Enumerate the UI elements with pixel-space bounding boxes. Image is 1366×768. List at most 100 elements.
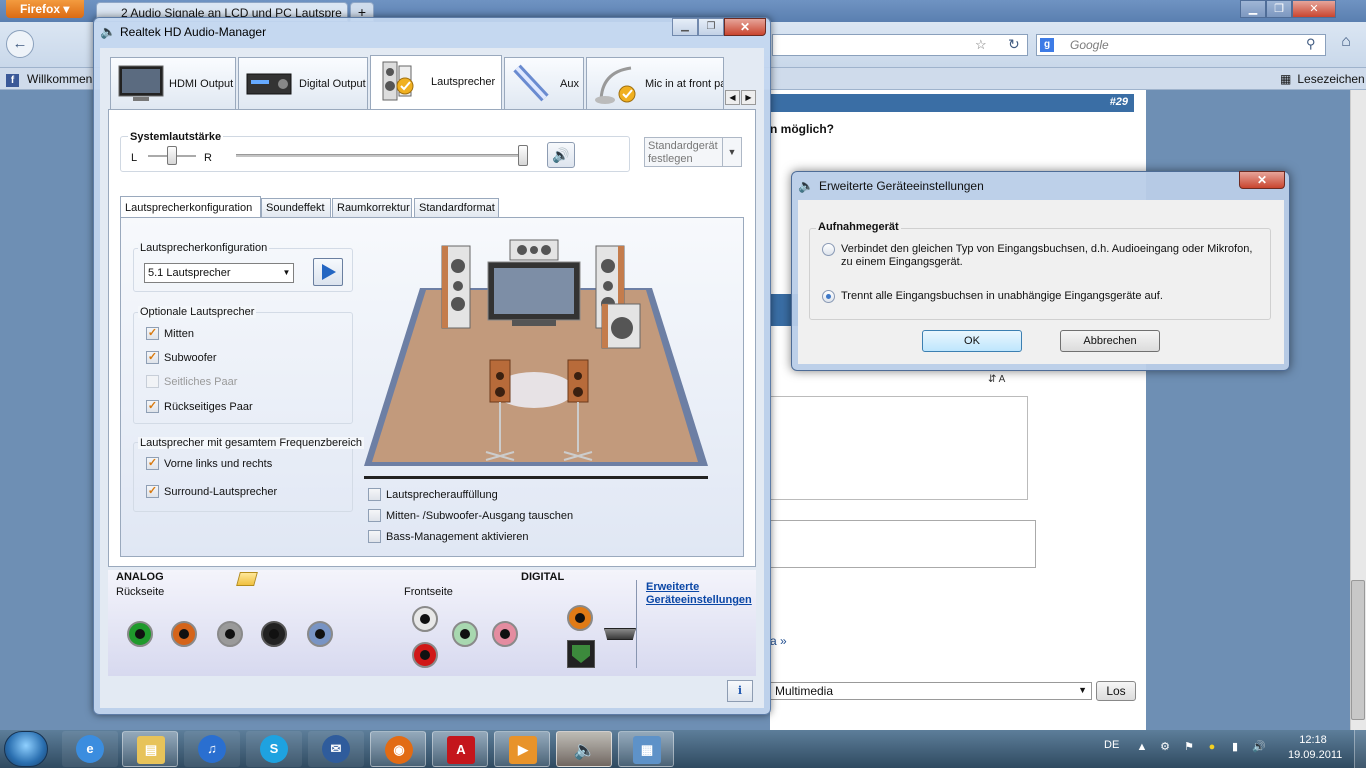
realtek-close-button[interactable]: ✕: [724, 18, 766, 36]
checkbox-rueckseitiges-paar[interactable]: ✓: [146, 400, 159, 413]
volume-tray-icon[interactable]: 🔊: [1252, 740, 1266, 754]
flag-icon[interactable]: ⚑: [1182, 740, 1196, 754]
jack-black[interactable]: [261, 621, 287, 647]
play-icon: [322, 264, 336, 280]
checkbox-lautsprecherauffuellung[interactable]: ✓: [368, 488, 381, 501]
folder-icon[interactable]: [236, 572, 258, 586]
google-icon[interactable]: g: [1040, 38, 1054, 52]
url-bar[interactable]: [772, 34, 1028, 56]
taskbar-skype[interactable]: S: [246, 731, 302, 767]
subtab-lautsprecherkonfiguration[interactable]: Lautsprecherkonfiguration: [120, 196, 261, 218]
checkbox-subwoofer[interactable]: ✓: [146, 351, 159, 364]
checkbox-surround[interactable]: ✓: [146, 485, 159, 498]
chevron-down-icon[interactable]: ▼: [722, 138, 741, 166]
analog-label: ANALOG: [116, 571, 164, 583]
taskbar-thunderbird[interactable]: ✉: [308, 731, 364, 767]
jack-light-green[interactable]: [452, 621, 478, 647]
speaker-config-select[interactable]: 5.1 Lautsprecher: [144, 263, 294, 283]
firefox-minimize-button[interactable]: ▁: [1240, 0, 1266, 18]
tray-expand-icon[interactable]: ▲: [1135, 740, 1149, 754]
checkbox-label: Subwoofer: [164, 352, 217, 364]
info-button[interactable]: i: [727, 680, 753, 702]
reload-icon[interactable]: ↻: [1008, 36, 1020, 53]
signal-icon[interactable]: ▮: [1228, 740, 1242, 754]
checkbox-mitten[interactable]: ✓: [146, 327, 159, 340]
reply-editor[interactable]: [770, 396, 1028, 500]
optical-output-icon[interactable]: [567, 640, 595, 668]
taskbar-firefox[interactable]: ◉: [370, 731, 426, 767]
bookmark-willkommen[interactable]: f Willkommen: [6, 69, 92, 87]
cancel-button[interactable]: Abbrechen: [1060, 330, 1160, 352]
checkbox-label: Surround-Lautsprecher: [164, 486, 278, 498]
firefox-maximize-button[interactable]: ❐: [1266, 0, 1292, 18]
start-button[interactable]: [4, 731, 48, 767]
mute-button[interactable]: 🔊: [547, 142, 575, 168]
editor-resize-icon[interactable]: ⇵ A: [988, 374, 1005, 385]
jack-orange[interactable]: [171, 621, 197, 647]
forum-jump-select[interactable]: Multimedia ▼: [770, 682, 1092, 700]
jack-gray[interactable]: [217, 621, 243, 647]
network-icon[interactable]: ⚙: [1158, 740, 1172, 754]
firefox-menu-button[interactable]: Firefox ▾: [6, 0, 84, 18]
checkbox-vorne-links-rechts[interactable]: ✓: [146, 457, 159, 470]
balance-slider-thumb[interactable]: [167, 146, 177, 165]
volume-slider-track[interactable]: [236, 154, 526, 157]
taskbar-realtek[interactable]: 🔈: [556, 731, 612, 767]
taskbar-itunes[interactable]: ♫: [184, 731, 240, 767]
forum-select-value: Multimedia: [775, 684, 834, 698]
update-icon[interactable]: ●: [1205, 740, 1219, 754]
checkbox-swap-center-sub[interactable]: ✓: [368, 509, 381, 522]
dialog-close-button[interactable]: ✕: [1239, 171, 1285, 189]
checkbox-bass-management[interactable]: ✓: [368, 530, 381, 543]
tab-label: Aux: [560, 78, 579, 90]
search-go-icon[interactable]: ⚲: [1306, 36, 1316, 52]
tab-aux[interactable]: Aux: [504, 57, 584, 109]
subtab-raumkorrektur[interactable]: Raumkorrektur: [332, 198, 412, 217]
monitor-icon: [118, 65, 164, 101]
bookmark-star-icon[interactable]: ☆: [975, 37, 987, 53]
subtab-standardformat[interactable]: Standardformat: [414, 198, 499, 217]
taskbar-media-player[interactable]: ▶: [494, 731, 550, 767]
tab-lautsprecher[interactable]: Lautsprecher: [370, 55, 502, 111]
checkbox-label: Mitten- /Subwoofer-Ausgang tauschen: [386, 510, 574, 522]
front-panel-label: Frontseite: [404, 586, 453, 598]
taskbar-internet-explorer[interactable]: e: [62, 731, 118, 767]
tab-hdmi-output[interactable]: HDMI Output: [110, 57, 236, 109]
bookmarks-menu[interactable]: ▦ Lesezeichen: [1280, 69, 1365, 86]
firefox-close-button[interactable]: ✕: [1292, 0, 1336, 18]
scrollbar-thumb[interactable]: [1351, 580, 1365, 720]
jack-digital-coax[interactable]: [567, 605, 593, 631]
realtek-maximize-button[interactable]: ❐: [698, 18, 724, 36]
jack-red[interactable]: [412, 642, 438, 668]
post-number[interactable]: #29: [1110, 96, 1128, 108]
volume-slider-thumb[interactable]: [518, 145, 528, 166]
jack-white[interactable]: [412, 606, 438, 632]
tab-digital-output[interactable]: Digital Output: [238, 57, 368, 109]
advanced-settings-link[interactable]: Erweiterte Geräteeinstellungen: [646, 581, 752, 607]
los-button[interactable]: Los: [1096, 681, 1136, 701]
tab-mic-front[interactable]: Mic in at front pa: [586, 57, 724, 109]
radio-separate-inputs[interactable]: [822, 290, 835, 303]
jack-green[interactable]: [127, 621, 153, 647]
taskbar-explorer[interactable]: ▤: [122, 731, 178, 767]
forum-link[interactable]: a »: [770, 634, 787, 648]
jack-pink[interactable]: [492, 621, 518, 647]
subtab-soundeffekt[interactable]: Soundeffekt: [261, 198, 331, 217]
show-desktop-button[interactable]: [1354, 730, 1366, 768]
hdmi-port-icon[interactable]: [604, 628, 636, 640]
radio-combine-inputs[interactable]: [822, 243, 835, 256]
tab-scroll-left-button[interactable]: ◀: [725, 90, 740, 105]
jack-blue[interactable]: [307, 621, 333, 647]
taskbar-acrobat[interactable]: A: [432, 731, 488, 767]
language-indicator[interactable]: DE: [1104, 739, 1119, 751]
ok-button[interactable]: OK: [922, 330, 1022, 352]
back-button[interactable]: ←: [6, 30, 34, 58]
taskbar-control-panel[interactable]: ▦: [618, 731, 674, 767]
realtek-minimize-button[interactable]: ▁: [672, 18, 698, 36]
clock[interactable]: 12:18 19.09.2011: [1288, 733, 1342, 763]
home-icon[interactable]: ⌂: [1334, 33, 1358, 57]
bookmarks-icon: ▦: [1280, 72, 1292, 86]
media-player-icon: ▶: [509, 736, 537, 764]
tab-scroll-right-button[interactable]: ▶: [741, 90, 756, 105]
chevron-down-icon[interactable]: ▼: [279, 263, 294, 283]
